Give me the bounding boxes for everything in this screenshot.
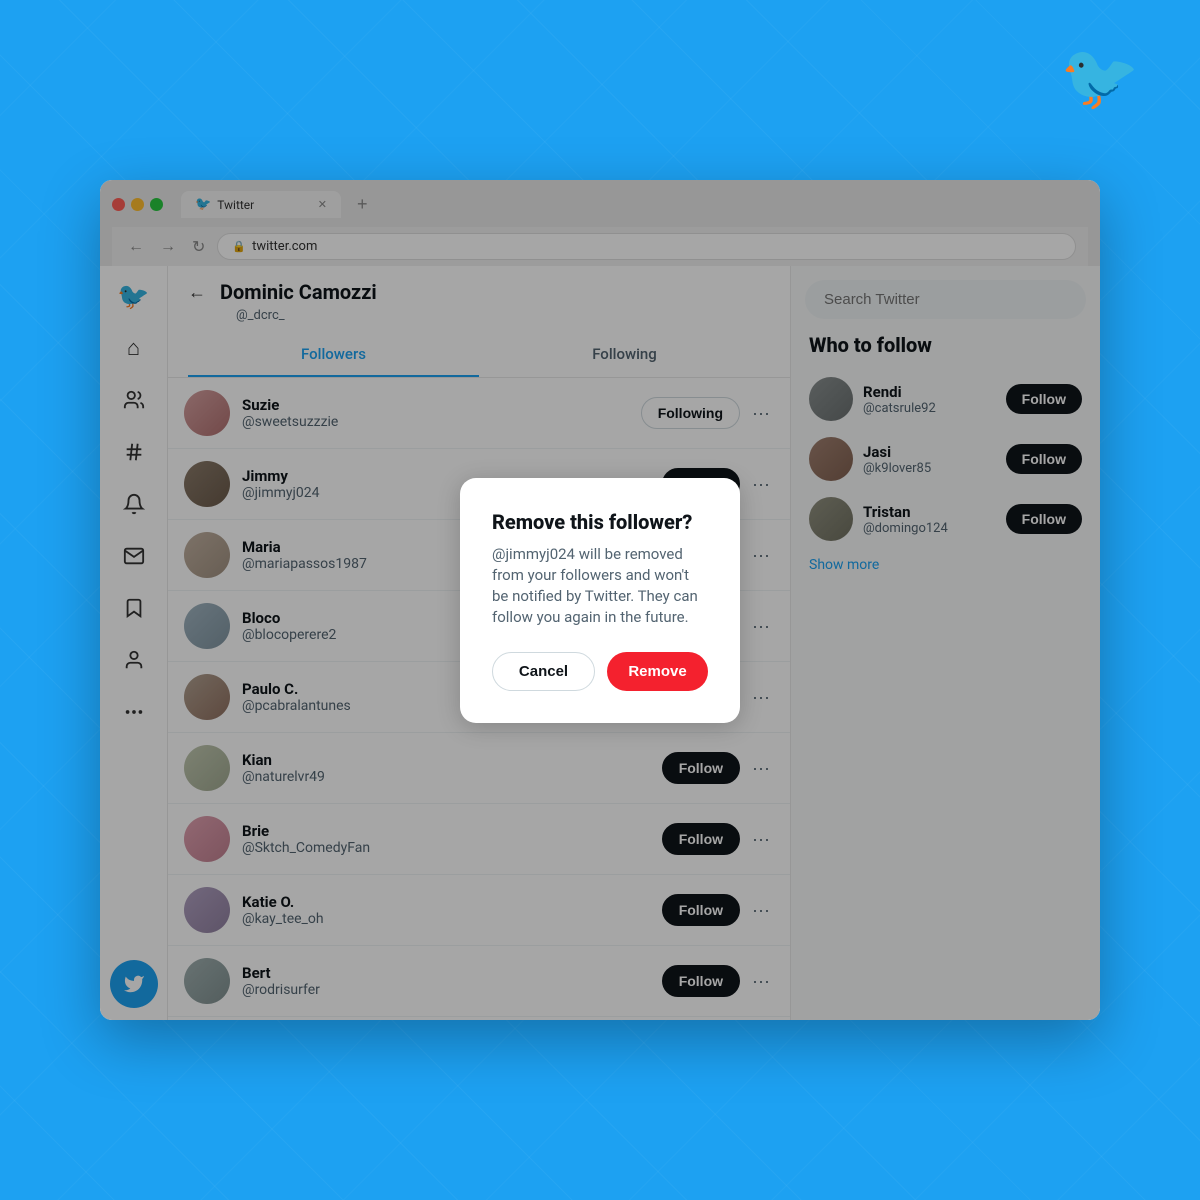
- modal-title: Remove this follower?: [492, 510, 708, 534]
- modal-overlay[interactable]: Remove this follower? @jimmyj024 will be…: [100, 266, 1100, 1020]
- twitter-watermark: 🐦: [1060, 40, 1140, 115]
- browser-content: 🐦 ⌂: [100, 266, 1100, 1020]
- modal-body: @jimmyj024 will be removed from your fol…: [492, 544, 708, 628]
- browser-window: 🐦 Twitter ✕ + ← → ↻ 🔒 twitter.com 🐦 ⌂: [100, 180, 1100, 1020]
- modal-actions: Cancel Remove: [492, 652, 708, 691]
- cancel-button[interactable]: Cancel: [492, 652, 595, 691]
- remove-follower-modal: Remove this follower? @jimmyj024 will be…: [460, 478, 740, 723]
- remove-button[interactable]: Remove: [607, 652, 708, 691]
